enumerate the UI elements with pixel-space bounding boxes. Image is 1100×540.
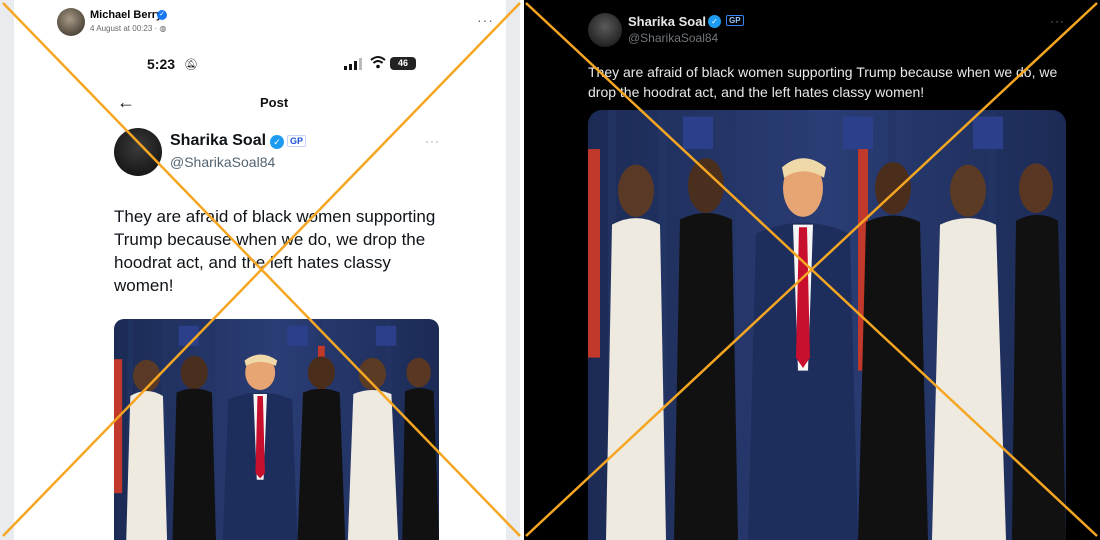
tweet-text: They are afraid of black women supportin…: [114, 207, 436, 295]
page-title: Post: [260, 95, 289, 110]
battery-icon: 46: [390, 57, 416, 70]
tweet-text: They are afraid of black women supportin…: [588, 64, 1058, 100]
group-photo-image: [588, 110, 1066, 540]
tweet-photo[interactable]: [588, 110, 1066, 540]
page-background-right: [506, 0, 520, 540]
signal-icon: [344, 58, 362, 70]
facebook-post-header: Michael Berry ✓ 4 August at 00:23 · ◍ ··…: [52, 6, 502, 42]
affiliation-badge[interactable]: GP: [287, 135, 307, 147]
phone-screenshot: 5:23 🔕︎ 46 ← Post Sharika Soal ✓ GP @Sha…: [52, 44, 502, 540]
post-timestamp[interactable]: 4 August at 00:23 · ◍: [90, 24, 166, 33]
verified-icon: ✓: [270, 135, 284, 149]
more-horizontal-icon[interactable]: ···: [1050, 14, 1065, 28]
wifi-icon: [370, 56, 386, 69]
avatar[interactable]: [57, 8, 85, 36]
facebook-post-panel: Michael Berry ✓ 4 August at 00:23 · ◍ ··…: [0, 0, 520, 540]
affiliation-badge[interactable]: GP: [726, 15, 744, 26]
author-name[interactable]: Michael Berry: [90, 9, 162, 21]
globe-icon: ◍: [159, 24, 167, 33]
page-background-left: [0, 0, 14, 540]
x-post-panel: Sharika Soal ✓ GP @SharikaSoal84 ··· The…: [524, 0, 1100, 540]
group-photo-image: [114, 319, 439, 540]
verified-icon: ✓: [708, 15, 721, 28]
avatar[interactable]: [588, 13, 622, 47]
more-horizontal-icon[interactable]: ···: [425, 134, 440, 148]
back-arrow-icon[interactable]: ←: [117, 92, 135, 113]
more-horizontal-icon[interactable]: ···: [477, 12, 494, 28]
bell-off-icon: 🔕︎: [184, 59, 198, 71]
tweet-handle[interactable]: @SharikaSoal84: [628, 31, 718, 45]
tweet-display-name[interactable]: Sharika Soal: [170, 132, 266, 150]
tweet-display-name[interactable]: Sharika Soal: [628, 14, 706, 29]
tweet-photo[interactable]: [114, 319, 439, 540]
verified-icon: ✓: [157, 10, 167, 20]
status-bar-time: 5:23: [147, 56, 176, 72]
avatar[interactable]: [114, 128, 162, 176]
tweet-handle[interactable]: @SharikaSoal84: [170, 154, 275, 170]
